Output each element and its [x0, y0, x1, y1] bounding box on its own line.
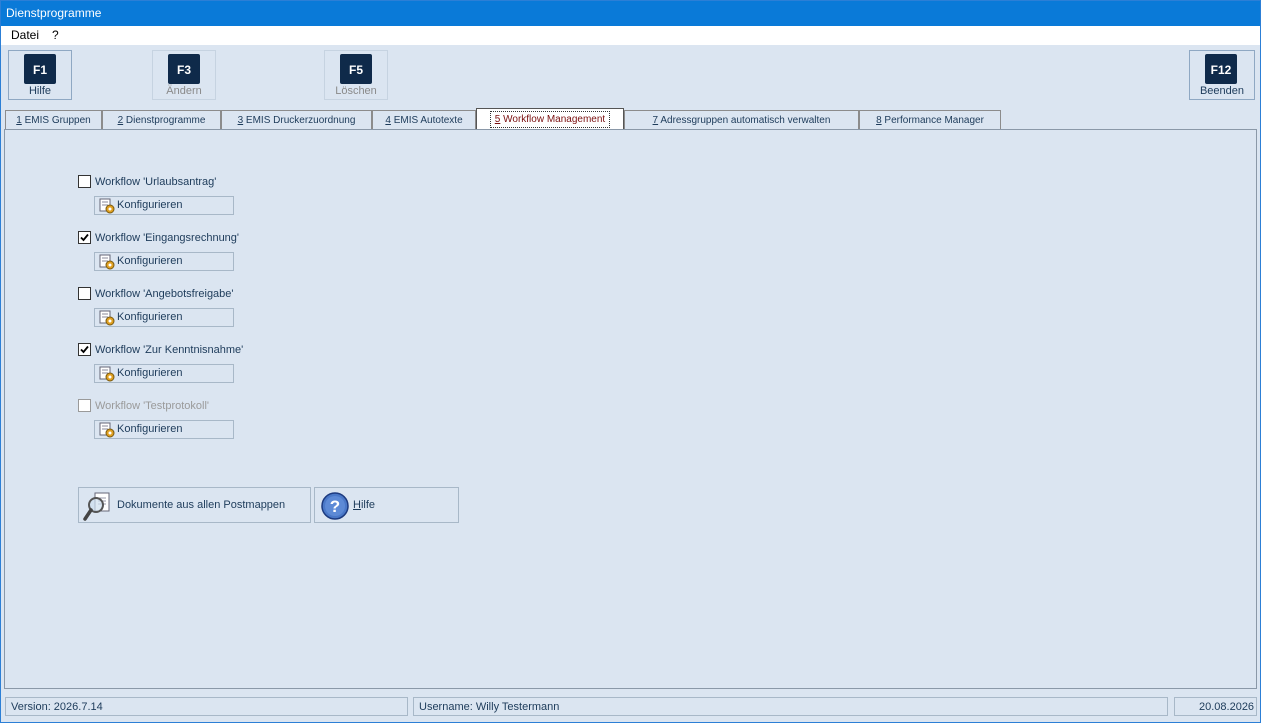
menu-help[interactable]: ?	[52, 26, 59, 45]
workflow-label: Workflow 'Urlaubsantrag'	[95, 176, 217, 188]
configure-testprotokoll-button[interactable]: Konfigurieren	[94, 420, 234, 439]
help-label: Hilfe	[353, 499, 375, 511]
tab-performance-manager[interactable]: 8 Performance Manager	[859, 110, 1001, 129]
toolbar: F1 Hilfe F3 Ändern F5 Löschen F12 Beende…	[1, 45, 1260, 103]
tab-label: EMIS Autotexte	[390, 115, 463, 126]
workflow-label: Workflow 'Testprotokoll'	[95, 400, 210, 412]
configure-label: Konfigurieren	[117, 367, 183, 379]
help-label-rest: ilfe	[360, 499, 376, 511]
tab-bar: 1 EMIS Gruppen 2 Dienstprogramme 3 EMIS …	[1, 108, 1260, 130]
f5-delete-button[interactable]: F5 Löschen	[324, 50, 388, 100]
f5-key-icon: F5	[340, 54, 372, 84]
title-bar: Dienstprogramme	[1, 1, 1260, 26]
f3-label: Ändern	[166, 85, 202, 97]
configure-gear-icon	[99, 198, 115, 214]
checkmark-icon	[80, 233, 89, 242]
tab-emis-druckerzuordnung[interactable]: 3 EMIS Druckerzuordnung	[221, 110, 372, 129]
help-button[interactable]: ? Hilfe	[314, 487, 459, 523]
f3-edit-button[interactable]: F3 Ändern	[152, 50, 216, 100]
status-date: 20.08.2026	[1174, 697, 1257, 716]
documents-all-mailboxes-button[interactable]: Dokumente aus allen Postmappen	[78, 487, 311, 523]
main-window: Dienstprogramme Datei ? F1 Hilfe F3 Ände…	[0, 0, 1261, 723]
checkbox[interactable]	[78, 399, 91, 412]
tab-label: Performance Manager	[881, 115, 984, 126]
tab-emis-gruppen[interactable]: 1 EMIS Gruppen	[5, 110, 102, 129]
tab-adressgruppen[interactable]: 7 Adressgruppen automatisch verwalten	[624, 110, 859, 129]
workflow-panel: Workflow 'Urlaubsantrag' Konfigurieren W…	[4, 129, 1257, 689]
workflow-label: Workflow 'Zur Kenntnisnahme'	[95, 344, 244, 356]
menu-bar: Datei ?	[1, 26, 1260, 45]
f1-label: Hilfe	[28, 85, 51, 97]
checkbox[interactable]	[78, 231, 91, 244]
configure-label: Konfigurieren	[117, 255, 183, 267]
configure-gear-icon	[99, 366, 115, 382]
workflow-label: Workflow 'Angebotsfreigabe'	[95, 288, 234, 300]
configure-label: Konfigurieren	[117, 199, 183, 211]
menu-datei[interactable]: Datei	[11, 26, 39, 45]
f12-label: Beenden	[1199, 85, 1245, 97]
checkbox[interactable]	[78, 175, 91, 188]
documents-label: Dokumente aus allen Postmappen	[117, 499, 286, 511]
workflow-label: Workflow 'Eingangsrechnung'	[95, 232, 240, 244]
help-question-icon: ?	[321, 492, 349, 520]
configure-eingangsrechnung-button[interactable]: Konfigurieren	[94, 252, 234, 271]
f3-key-icon: F3	[168, 54, 200, 84]
checkmark-icon	[80, 345, 89, 354]
f5-label: Löschen	[335, 85, 377, 97]
tab-label: Workflow Management	[500, 114, 606, 125]
tab-dienstprogramme[interactable]: 2 Dienstprogramme	[102, 110, 221, 129]
tab-label: Adressgruppen automatisch verwalten	[658, 115, 831, 126]
configure-zur-kenntnisnahme-button[interactable]: Konfigurieren	[94, 364, 234, 383]
configure-angebotsfreigabe-button[interactable]: Konfigurieren	[94, 308, 234, 327]
document-search-icon	[83, 492, 110, 521]
help-mnemonic: H	[353, 499, 361, 511]
configure-label: Konfigurieren	[117, 423, 183, 435]
f12-exit-button[interactable]: F12 Beenden	[1189, 50, 1255, 100]
window-title: Dienstprogramme	[6, 6, 102, 20]
configure-gear-icon	[99, 422, 115, 438]
svg-text:?: ?	[330, 497, 340, 516]
checkbox[interactable]	[78, 287, 91, 300]
checkbox[interactable]	[78, 343, 91, 356]
tab-label: EMIS Druckerzuordnung	[243, 115, 356, 126]
configure-urlaubsantrag-button[interactable]: Konfigurieren	[94, 196, 234, 215]
configure-label: Konfigurieren	[117, 311, 183, 323]
tab-workflow-management[interactable]: 5 Workflow Management	[476, 108, 624, 129]
tab-label: EMIS Gruppen	[21, 115, 91, 126]
configure-gear-icon	[99, 310, 115, 326]
status-version: Version: 2026.7.14	[5, 697, 408, 716]
f1-key-icon: F1	[24, 54, 56, 84]
tab-emis-autotexte[interactable]: 4 EMIS Autotexte	[372, 110, 476, 129]
configure-gear-icon	[99, 254, 115, 270]
tab-label: Dienstprogramme	[123, 115, 206, 126]
f1-help-button[interactable]: F1 Hilfe	[8, 50, 72, 100]
f12-key-icon: F12	[1205, 54, 1237, 84]
status-bar: Version: 2026.7.14 Username: Willy Teste…	[1, 693, 1260, 722]
status-username: Username: Willy Testermann	[413, 697, 1168, 716]
